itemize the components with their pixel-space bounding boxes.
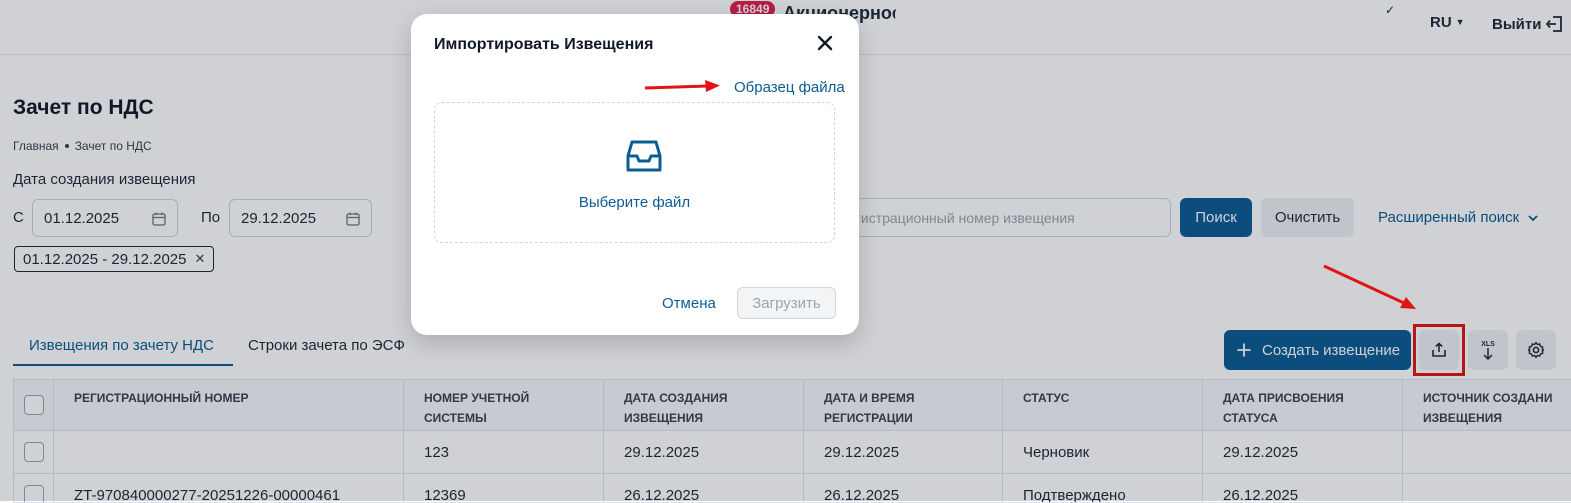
upload-button[interactable]: Загрузить [737,287,836,319]
file-dropzone[interactable]: Выберите файл [434,102,835,243]
close-icon[interactable] [816,34,834,52]
modal-title: Импортировать Извещения [434,36,654,53]
cancel-button[interactable]: Отмена [662,295,716,312]
choose-file-label[interactable]: Выберите файл [435,194,834,211]
inbox-icon [626,140,662,172]
sample-file-link[interactable]: Образец файла [734,79,845,96]
import-notices-modal: Импортировать Извещения Образец файла Вы… [411,14,859,335]
